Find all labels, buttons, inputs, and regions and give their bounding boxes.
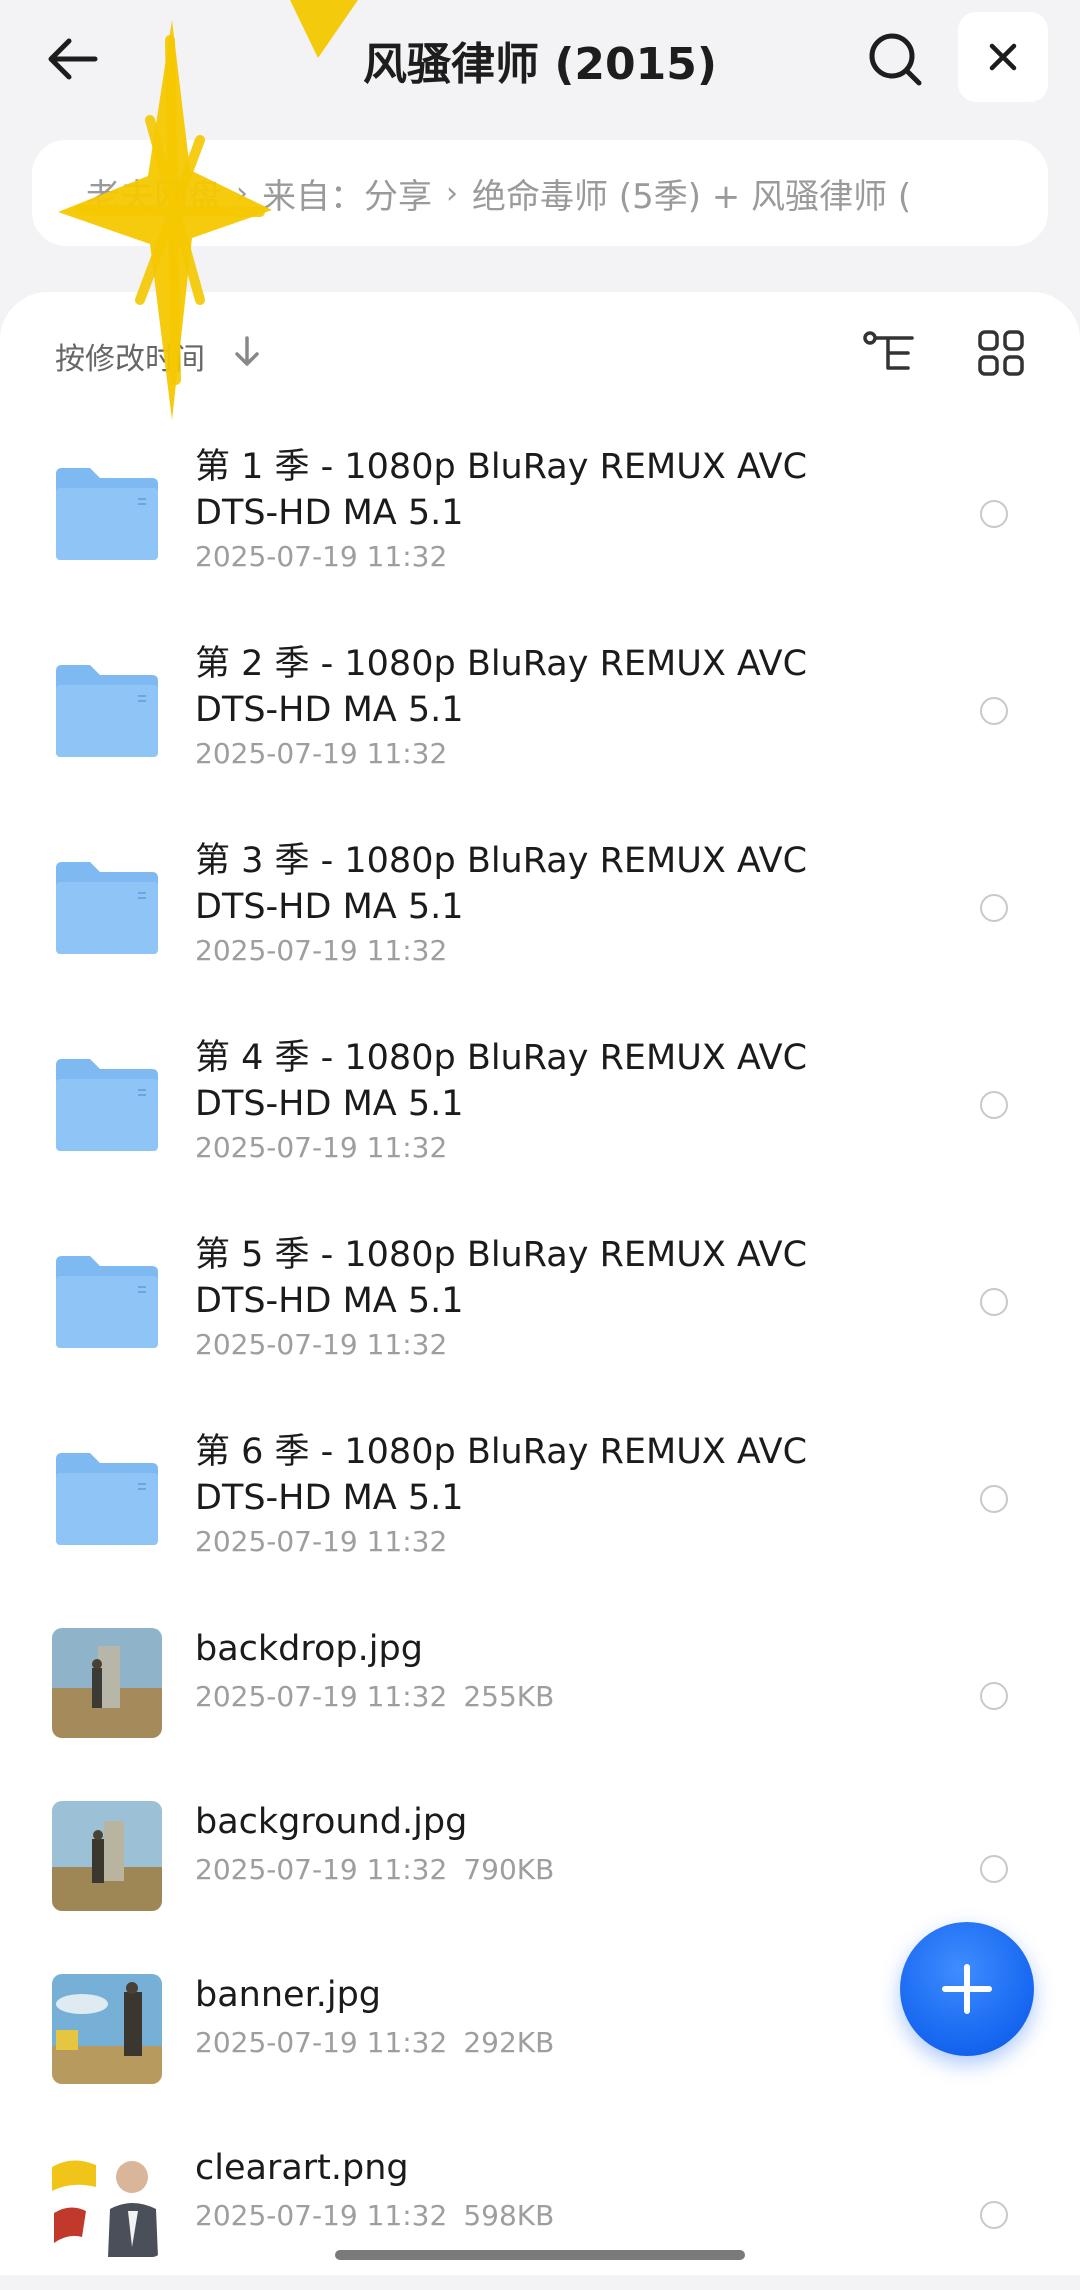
tree-view-icon[interactable] (862, 328, 918, 378)
file-name: 第 5 季 - 1080p BluRay REMUX AVC DTS-HD MA… (195, 1235, 808, 1321)
list-item[interactable]: 第 6 季 - 1080p BluRay REMUX AVC DTS-HD MA… (0, 1401, 1080, 1598)
select-radio[interactable] (980, 1682, 1008, 1710)
breadcrumb-item-root[interactable]: 老夫网盘 (86, 169, 222, 218)
sort-bar: 按修改时间 (0, 292, 1080, 416)
file-name: 第 1 季 - 1080p BluRay REMUX AVC DTS-HD MA… (195, 447, 808, 533)
file-name: clearart.png (195, 2148, 409, 2188)
select-radio[interactable] (980, 894, 1008, 922)
file-name: 第 4 季 - 1080p BluRay REMUX AVC DTS-HD MA… (195, 1038, 808, 1124)
plus-icon (942, 1964, 992, 2014)
folder-icon (56, 665, 158, 757)
sort-label[interactable]: 按修改时间 (55, 334, 205, 378)
file-name: 第 3 季 - 1080p BluRay REMUX AVC DTS-HD MA… (195, 841, 808, 927)
top-bar: 风骚律师 (2015) (0, 0, 1080, 120)
sort-down-icon[interactable] (232, 332, 262, 372)
file-info: 2025-07-19 11:32 292KB (195, 2026, 555, 2059)
select-radio[interactable] (980, 1288, 1008, 1316)
chevron-right-icon: › (446, 175, 458, 211)
file-info: 2025-07-19 11:32 790KB (195, 1853, 555, 1886)
list-item[interactable]: 第 5 季 - 1080p BluRay REMUX AVC DTS-HD MA… (0, 1204, 1080, 1401)
folder-icon (56, 1256, 158, 1348)
file-date: 2025-07-19 11:32 (195, 540, 448, 573)
list-item[interactable]: 第 4 季 - 1080p BluRay REMUX AVC DTS-HD MA… (0, 1007, 1080, 1204)
list-item[interactable]: backdrop.jpg 2025-07-19 11:32 255KB (0, 1598, 1080, 1771)
select-radio[interactable] (980, 1091, 1008, 1119)
breadcrumb-item-share[interactable]: 来自：分享 (262, 169, 432, 218)
list-item[interactable]: 第 1 季 - 1080p BluRay REMUX AVC DTS-HD MA… (0, 416, 1080, 613)
select-radio[interactable] (980, 697, 1008, 725)
folder-icon (56, 468, 158, 560)
breadcrumb-item-current[interactable]: 绝命毒师 (5季) + 风骚律师 ( (472, 169, 911, 218)
folder-icon (56, 1453, 158, 1545)
file-date: 2025-07-19 11:32 (195, 1328, 448, 1361)
grid-view-icon[interactable] (976, 328, 1026, 378)
close-icon (989, 43, 1017, 71)
file-info: 2025-07-19 11:32 255KB (195, 1680, 555, 1713)
image-thumbnail (52, 1801, 162, 1911)
image-thumbnail (52, 2147, 162, 2257)
select-radio[interactable] (980, 2201, 1008, 2229)
list-item[interactable]: clearart.png 2025-07-19 11:32 598KB (0, 2117, 1080, 2290)
select-radio[interactable] (980, 1855, 1008, 1883)
add-button[interactable] (900, 1922, 1034, 2056)
file-name: 第 2 季 - 1080p BluRay REMUX AVC DTS-HD MA… (195, 644, 808, 730)
file-date: 2025-07-19 11:32 (195, 1131, 448, 1164)
list-item[interactable]: 第 2 季 - 1080p BluRay REMUX AVC DTS-HD MA… (0, 613, 1080, 810)
search-icon (869, 33, 922, 86)
file-name: banner.jpg (195, 1975, 382, 2015)
breadcrumb: 老夫网盘 › 来自：分享 › 绝命毒师 (5季) + 风骚律师 ( (32, 140, 1048, 246)
file-name: 第 6 季 - 1080p BluRay REMUX AVC DTS-HD MA… (195, 1432, 808, 1518)
file-info: 2025-07-19 11:32 598KB (195, 2199, 555, 2232)
file-name: background.jpg (195, 1802, 468, 1842)
folder-icon (56, 862, 158, 954)
list-item[interactable]: 第 3 季 - 1080p BluRay REMUX AVC DTS-HD MA… (0, 810, 1080, 1007)
search-button[interactable] (858, 22, 932, 96)
select-radio[interactable] (980, 500, 1008, 528)
image-thumbnail (52, 1628, 162, 1738)
select-radio[interactable] (980, 1485, 1008, 1513)
file-date: 2025-07-19 11:32 (195, 737, 448, 770)
chevron-right-icon: › (236, 175, 248, 211)
close-button[interactable] (958, 12, 1048, 102)
file-name: backdrop.jpg (195, 1629, 423, 1669)
image-thumbnail (52, 1974, 162, 2084)
file-date: 2025-07-19 11:32 (195, 934, 448, 967)
list-item[interactable]: background.jpg 2025-07-19 11:32 790KB (0, 1771, 1080, 1944)
folder-icon (56, 1059, 158, 1151)
home-indicator (335, 2250, 745, 2260)
file-date: 2025-07-19 11:32 (195, 1525, 448, 1558)
